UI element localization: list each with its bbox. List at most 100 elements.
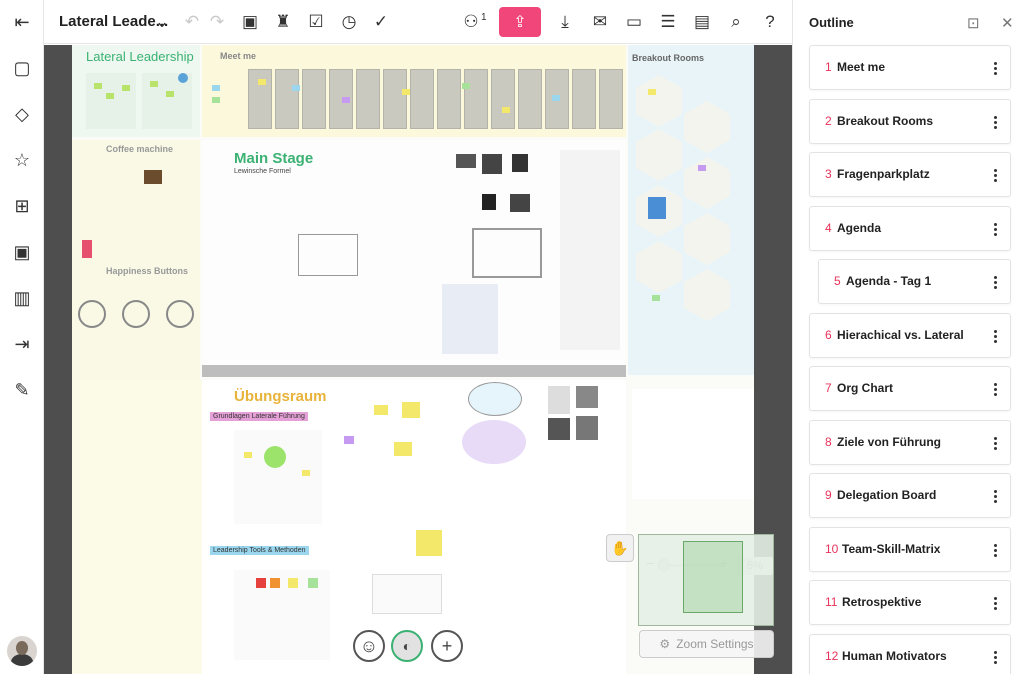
- vote-icon[interactable]: ☑: [303, 9, 329, 35]
- hand-tool-button[interactable]: ✋: [606, 534, 634, 562]
- outline-item-number: 4: [825, 221, 832, 235]
- pen-icon[interactable]: ✎: [8, 376, 36, 404]
- chevron-down-icon[interactable]: ⌄: [149, 9, 175, 35]
- zoom-settings-label: Zoom Settings: [676, 637, 754, 651]
- avatar[interactable]: [7, 636, 37, 666]
- outline-item[interactable]: 3 Fragenparkplatz: [809, 152, 1011, 197]
- happy-face-icon[interactable]: [78, 300, 106, 328]
- star-icon[interactable]: ☆: [8, 146, 36, 174]
- outline-item[interactable]: 7 Org Chart: [809, 366, 1011, 411]
- more-options-icon[interactable]: [988, 217, 1002, 241]
- redo-icon[interactable]: ↷: [204, 9, 230, 35]
- more-options-icon[interactable]: [988, 538, 1002, 562]
- outline-item-number: 10: [825, 542, 839, 556]
- more-options-icon[interactable]: [988, 56, 1002, 80]
- outline-item-number: 11: [825, 595, 838, 609]
- outline-item-label: Team-Skill-Matrix: [842, 542, 941, 556]
- zoom-settings-button[interactable]: ⚙ Zoom Settings: [639, 630, 774, 658]
- lateral-leadership-heading: Lateral Leadership: [86, 49, 194, 64]
- chat-icon[interactable]: ✉: [587, 9, 613, 35]
- more-options-icon[interactable]: [988, 163, 1002, 187]
- close-icon[interactable]: ✕: [1001, 14, 1014, 32]
- user-count: 1: [481, 12, 487, 23]
- minimap[interactable]: [638, 534, 774, 626]
- more-options-icon[interactable]: [988, 431, 1002, 455]
- present-icon[interactable]: ⊡: [967, 14, 980, 32]
- outline-item-number: 2: [825, 114, 832, 128]
- outline-item-label: Human Motivators: [842, 649, 947, 663]
- image-icon[interactable]: ▣: [8, 238, 36, 266]
- outline-panel: Outline ⊡ ✕ 1 Meet me 2 Breakout Rooms 3…: [792, 0, 1024, 674]
- main-stage-frame[interactable]: Main Stage Lewinsche Formel: [202, 140, 626, 365]
- more-options-icon[interactable]: [988, 645, 1002, 669]
- uebungsraum-heading: Übungsraum: [234, 388, 327, 405]
- more-options-icon[interactable]: [988, 110, 1002, 134]
- hand-icon: ✋: [611, 539, 629, 556]
- sad-face-icon[interactable]: [166, 300, 194, 328]
- outline-item-label: Retrospektive: [842, 595, 922, 609]
- outline-item-number: 12: [825, 649, 839, 663]
- meet-me-frame[interactable]: Meet me: [202, 45, 626, 137]
- more-options-icon[interactable]: [988, 324, 1002, 348]
- outline-item[interactable]: 9 Delegation Board: [809, 473, 1011, 518]
- more-options-icon[interactable]: [988, 270, 1002, 294]
- outline-item-number: 5: [834, 274, 841, 288]
- spy-icon[interactable]: ♜: [270, 9, 296, 35]
- outline-item[interactable]: 11 Retrospektive: [809, 580, 1011, 625]
- coffee-machine-frame[interactable]: Coffee machine Happiness Buttons: [72, 140, 200, 380]
- outline-item[interactable]: 5 Agenda - Tag 1: [818, 259, 1011, 304]
- outline-item-label: Breakout Rooms: [837, 114, 934, 128]
- neutral-face-icon[interactable]: [122, 300, 150, 328]
- undo-icon[interactable]: ↶: [179, 9, 205, 35]
- uebungsraum-frame[interactable]: Übungsraum Grundlagen Laterale Führung L…: [72, 380, 626, 674]
- timer-icon[interactable]: ◷: [336, 9, 362, 35]
- outline-list-icon[interactable]: ▤: [689, 9, 715, 35]
- sticky-note-icon[interactable]: ▢: [8, 54, 36, 82]
- search-board-icon[interactable]: ⌕: [723, 9, 749, 35]
- outline-item[interactable]: 2 Breakout Rooms: [809, 99, 1011, 144]
- exit-board-icon[interactable]: ⇤: [8, 8, 36, 36]
- outline-item-number: 9: [825, 488, 832, 502]
- reactions-button[interactable]: ☺: [353, 630, 385, 662]
- activity-icon[interactable]: ☰: [655, 9, 681, 35]
- comment-icon[interactable]: ▭: [621, 9, 647, 35]
- outline-item[interactable]: 6 Hierachical vs. Lateral: [809, 313, 1011, 358]
- shapes-icon[interactable]: ◇: [8, 100, 36, 128]
- breakout-rooms-frame[interactable]: Breakout Rooms: [628, 45, 754, 375]
- outline-item-label: Agenda: [837, 221, 882, 235]
- main-stage-subtitle: Lewinsche Formel: [234, 168, 291, 175]
- outline-item[interactable]: 12 Human Motivators: [809, 634, 1011, 674]
- download-icon[interactable]: ⤓: [552, 9, 578, 35]
- help-icon[interactable]: ?: [757, 9, 783, 35]
- coffee-machine-heading: Coffee machine: [106, 144, 174, 154]
- frame-icon[interactable]: ▣: [237, 9, 263, 35]
- whiteboard-canvas[interactable]: Lateral Leadership Meet me Coffee machin…: [44, 45, 792, 674]
- upload-icon: ⇪: [513, 14, 527, 31]
- checklist-icon[interactable]: ✓: [368, 9, 394, 35]
- breakout-rooms-heading: Breakout Rooms: [632, 53, 705, 63]
- outline-item[interactable]: 4 Agenda: [809, 206, 1011, 251]
- happiness-buttons-heading: Happiness Buttons: [106, 266, 189, 276]
- library-icon[interactable]: ▥: [8, 284, 36, 312]
- outline-title: Outline: [809, 15, 854, 30]
- import-icon[interactable]: ⇥: [8, 330, 36, 358]
- templates-icon[interactable]: ⊞: [8, 192, 36, 220]
- more-options-icon[interactable]: [988, 377, 1002, 401]
- outline-item[interactable]: 10 Team-Skill-Matrix: [809, 527, 1011, 572]
- my-avatar-button[interactable]: ◐: [391, 630, 423, 662]
- add-participant-button[interactable]: +: [431, 630, 463, 662]
- grundlagen-label: Grundlagen Laterale Führung: [210, 412, 308, 421]
- more-options-icon[interactable]: [988, 484, 1002, 508]
- outline-item[interactable]: 1 Meet me: [809, 45, 1011, 90]
- lateral-leadership-frame[interactable]: Lateral Leadership: [72, 45, 200, 137]
- outline-item-label: Meet me: [837, 60, 886, 74]
- minimap-viewport[interactable]: [683, 541, 743, 613]
- outline-item[interactable]: 8 Ziele von Führung: [809, 420, 1011, 465]
- more-options-icon[interactable]: [988, 591, 1002, 615]
- share-button[interactable]: ⇪: [499, 7, 541, 37]
- outline-item-label: Fragenparkplatz: [837, 167, 930, 181]
- outline-item-label: Delegation Board: [837, 488, 937, 502]
- blackboard-icon: [298, 234, 358, 276]
- tree-image: [442, 284, 498, 354]
- leadership-tools-label: Leadership Tools & Methoden: [210, 546, 309, 555]
